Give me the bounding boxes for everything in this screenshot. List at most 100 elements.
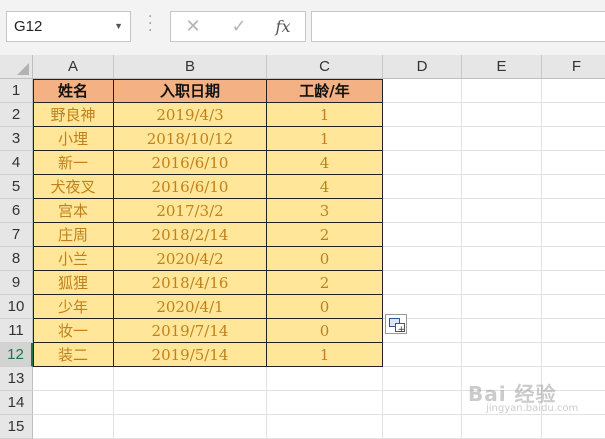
cell-d9[interactable] [383, 271, 462, 295]
row-header-2[interactable]: 2 [0, 103, 33, 127]
cell-e4[interactable] [462, 151, 542, 175]
cell-b8[interactable]: 2020/4/2 [114, 247, 267, 271]
row-header-10[interactable]: 10 [0, 295, 33, 319]
cell-f3[interactable] [542, 127, 605, 151]
cell-a13[interactable] [33, 367, 114, 391]
cell-b2[interactable]: 2019/4/3 [114, 103, 267, 127]
cell-a11[interactable]: 妆一 [33, 319, 114, 343]
cell-c2[interactable]: 1 [267, 103, 383, 127]
cell-a15[interactable] [33, 415, 114, 439]
cell-d5[interactable] [383, 175, 462, 199]
cell-d13[interactable] [383, 367, 462, 391]
cell-f9[interactable] [542, 271, 605, 295]
column-header-e[interactable]: E [462, 55, 542, 79]
name-box[interactable]: G12 ▼ [6, 11, 131, 42]
row-header-14[interactable]: 14 [0, 391, 33, 415]
formula-input[interactable] [311, 11, 605, 42]
insert-function-icon[interactable]: fx [263, 12, 303, 41]
cell-b1[interactable]: 入职日期 [114, 79, 267, 103]
cell-d1[interactable] [383, 79, 462, 103]
chevron-down-icon[interactable]: ▼ [114, 12, 123, 41]
row-header-13[interactable]: 13 [0, 367, 33, 391]
column-header-b[interactable]: B [114, 55, 267, 79]
row-header-12[interactable]: 12 [0, 343, 33, 367]
cell-b11[interactable]: 2019/7/14 [114, 319, 267, 343]
cell-b13[interactable] [114, 367, 267, 391]
cell-b9[interactable]: 2018/4/16 [114, 271, 267, 295]
cell-d2[interactable] [383, 103, 462, 127]
column-header-d[interactable]: D [383, 55, 462, 79]
cell-a5[interactable]: 犬夜叉 [33, 175, 114, 199]
cell-b14[interactable] [114, 391, 267, 415]
cell-d14[interactable] [383, 391, 462, 415]
cell-e7[interactable] [462, 223, 542, 247]
cell-f4[interactable] [542, 151, 605, 175]
column-header-c[interactable]: C [267, 55, 383, 79]
cell-c13[interactable] [267, 367, 383, 391]
cell-f11[interactable] [542, 319, 605, 343]
cell-c12[interactable]: 1 [267, 343, 383, 367]
cell-f12[interactable] [542, 343, 605, 367]
cell-c10[interactable]: 0 [267, 295, 383, 319]
cell-b3[interactable]: 2018/10/12 [114, 127, 267, 151]
cell-e11[interactable] [462, 319, 542, 343]
spreadsheet-grid[interactable]: A B C D E F 1 姓名 入职日期 工龄/年 2 野良神 2019/4/3 1 3 小埋 2018/10… [0, 55, 605, 439]
cell-e15[interactable] [462, 415, 542, 439]
paste-options-icon[interactable]: + [385, 314, 407, 335]
cell-d15[interactable] [383, 415, 462, 439]
cell-a8[interactable]: 小兰 [33, 247, 114, 271]
cell-b15[interactable] [114, 415, 267, 439]
cell-c7[interactable]: 2 [267, 223, 383, 247]
row-header-8[interactable]: 8 [0, 247, 33, 271]
column-header-f[interactable]: F [542, 55, 605, 79]
row-header-1[interactable]: 1 [0, 79, 33, 103]
cell-b12[interactable]: 2019/5/14 [114, 343, 267, 367]
cell-d4[interactable] [383, 151, 462, 175]
cell-c3[interactable]: 1 [267, 127, 383, 151]
cell-c14[interactable] [267, 391, 383, 415]
cell-d7[interactable] [383, 223, 462, 247]
cell-a12[interactable]: 装二 [33, 343, 114, 367]
cell-e9[interactable] [462, 271, 542, 295]
cell-b10[interactable]: 2020/4/1 [114, 295, 267, 319]
cell-d12[interactable] [383, 343, 462, 367]
cell-e1[interactable] [462, 79, 542, 103]
cell-c1[interactable]: 工龄/年 [267, 79, 383, 103]
row-header-15[interactable]: 15 [0, 415, 33, 439]
cell-a4[interactable]: 新一 [33, 151, 114, 175]
cell-a2[interactable]: 野良神 [33, 103, 114, 127]
cell-a9[interactable]: 狐狸 [33, 271, 114, 295]
cell-e6[interactable] [462, 199, 542, 223]
cell-f5[interactable] [542, 175, 605, 199]
cell-a3[interactable]: 小埋 [33, 127, 114, 151]
cell-c4[interactable]: 4 [267, 151, 383, 175]
cell-e10[interactable] [462, 295, 542, 319]
cell-f2[interactable] [542, 103, 605, 127]
cell-f10[interactable] [542, 295, 605, 319]
cancel-icon[interactable]: ✕ [173, 12, 213, 41]
cell-a10[interactable]: 少年 [33, 295, 114, 319]
cell-a6[interactable]: 宫本 [33, 199, 114, 223]
row-header-7[interactable]: 7 [0, 223, 33, 247]
cell-c15[interactable] [267, 415, 383, 439]
cell-f8[interactable] [542, 247, 605, 271]
cell-c6[interactable]: 3 [267, 199, 383, 223]
cell-b4[interactable]: 2016/6/10 [114, 151, 267, 175]
cell-a1[interactable]: 姓名 [33, 79, 114, 103]
row-header-9[interactable]: 9 [0, 271, 33, 295]
column-header-a[interactable]: A [33, 55, 114, 79]
cell-f7[interactable] [542, 223, 605, 247]
cell-a7[interactable]: 庄周 [33, 223, 114, 247]
row-header-6[interactable]: 6 [0, 199, 33, 223]
cell-b5[interactable]: 2016/6/10 [114, 175, 267, 199]
cell-e5[interactable] [462, 175, 542, 199]
row-header-11[interactable]: 11 [0, 319, 33, 343]
cell-e2[interactable] [462, 103, 542, 127]
cell-e8[interactable] [462, 247, 542, 271]
row-header-5[interactable]: 5 [0, 175, 33, 199]
cell-d8[interactable] [383, 247, 462, 271]
cell-d6[interactable] [383, 199, 462, 223]
cell-f1[interactable] [542, 79, 605, 103]
cell-c5[interactable]: 4 [267, 175, 383, 199]
enter-icon[interactable]: ✓ [219, 12, 259, 41]
